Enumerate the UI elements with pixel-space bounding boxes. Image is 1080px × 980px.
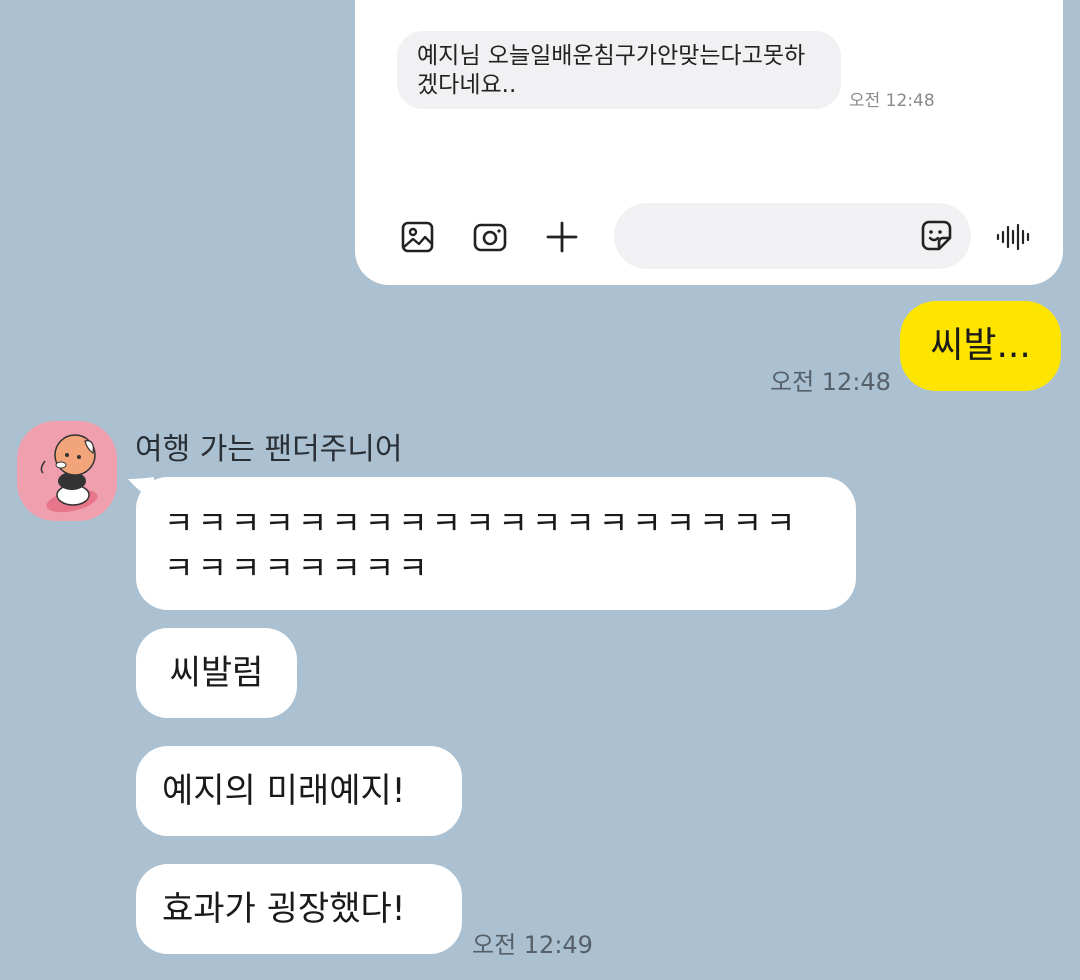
- camera-icon: [473, 223, 507, 252]
- panda-character-icon: [40, 434, 98, 513]
- other-message-time: 오전 12:49: [472, 931, 593, 959]
- embedded-message-bubble: 예지님 오늘일배운침구가안맞는다고못하겠다네요..: [397, 31, 841, 109]
- embedded-message-input: [614, 203, 971, 269]
- profile-avatar[interactable]: [17, 421, 117, 521]
- emoji-icon: [921, 220, 952, 251]
- gallery-icon: [401, 221, 434, 253]
- embedded-message-time: 오전 12:48: [849, 91, 935, 111]
- sender-name: 여행 가는 팬더주니어: [135, 432, 403, 467]
- voice-waveform-icon: [996, 223, 1030, 251]
- my-message-time: 오전 12:48: [770, 368, 891, 396]
- other-message-bubble[interactable]: 효과가 굉장했다!: [136, 864, 462, 954]
- my-message-bubble[interactable]: 씨발...: [900, 301, 1061, 391]
- plus-icon: [546, 221, 578, 253]
- other-message-bubble[interactable]: ㅋㅋㅋㅋㅋㅋㅋㅋㅋㅋㅋㅋㅋㅋㅋㅋㅋㅋㅋㅋㅋㅋㅋㅋㅋㅋㅋ: [136, 477, 856, 610]
- other-message-bubble[interactable]: 예지의 미래예지!: [136, 746, 462, 836]
- other-message-bubble[interactable]: 씨발럼: [136, 628, 297, 718]
